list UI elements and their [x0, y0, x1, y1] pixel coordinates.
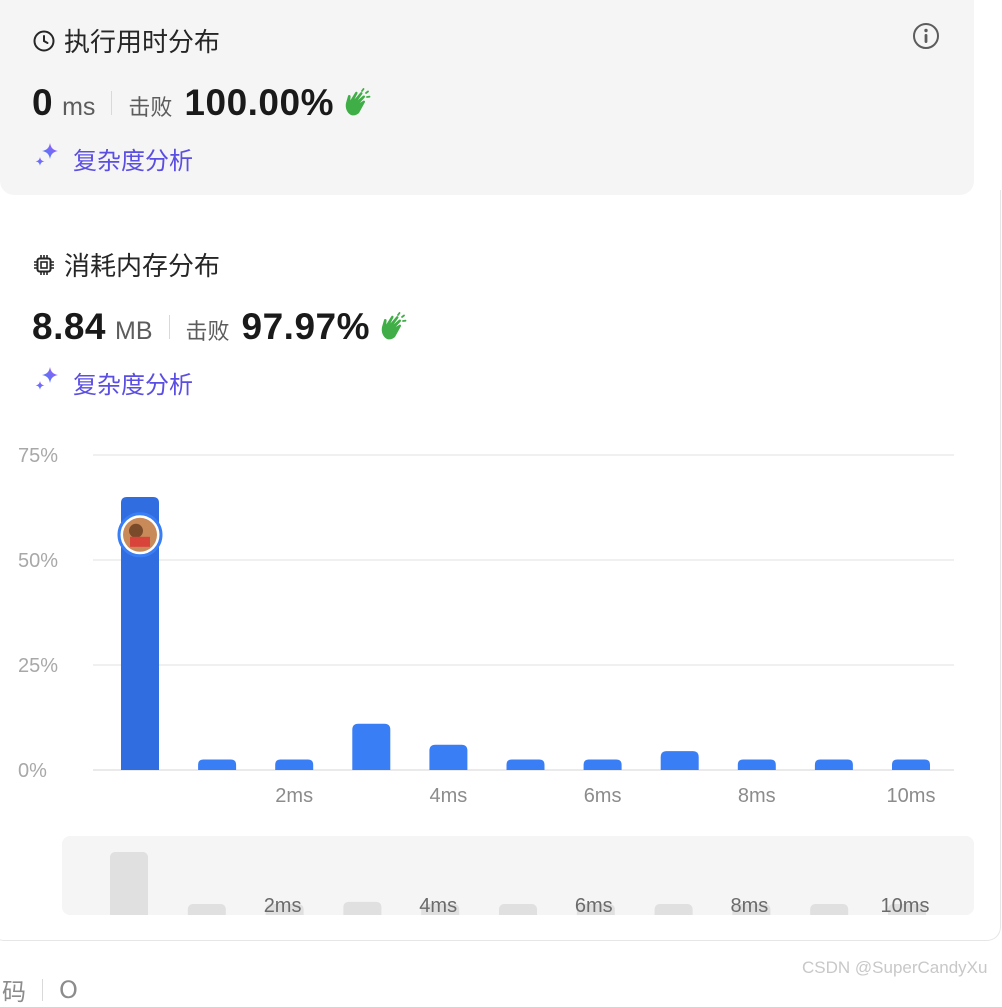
watermark: CSDN @SuperCandyXu — [802, 958, 988, 977]
cutoff-bottom-text: 码 O — [2, 972, 78, 1007]
chart-bar-3ms — [352, 723, 391, 770]
chart-bar-6ms — [583, 759, 622, 770]
x-tick-label: 4ms — [430, 785, 468, 807]
mini-x-tick-label: 10ms — [881, 895, 930, 917]
chart-bar-5ms — [506, 759, 545, 770]
mini-bar — [110, 852, 148, 920]
runtime-beat-percent: 100.00% — [184, 82, 334, 123]
memory-beat-percent: 97.97% — [241, 306, 371, 347]
chart-bar-7ms — [660, 751, 699, 770]
user-avatar-detail — [130, 536, 150, 547]
runtime-complexity-label: 复杂度分析 — [73, 146, 193, 175]
chart-bar-4ms — [429, 744, 468, 770]
range-selector — [62, 836, 974, 915]
info-icon[interactable] — [912, 22, 940, 50]
mini-x-tick-label: 2ms — [264, 895, 302, 917]
sparkle-icon — [33, 140, 63, 176]
mini-x-tick-label: 8ms — [731, 895, 769, 917]
mini-mask — [62, 915, 974, 929]
runtime-complexity-link[interactable]: 复杂度分析 — [33, 140, 193, 176]
memory-complexity-label: 复杂度分析 — [73, 370, 193, 399]
x-tick-label: 8ms — [738, 785, 776, 807]
memory-beat-label: 击败 — [185, 320, 230, 345]
mini-x-tick-label: 6ms — [575, 895, 613, 917]
mini-x-tick-label: 4ms — [419, 895, 457, 917]
runtime-stats: 0 ms 击败 100.00% — [32, 82, 372, 124]
clapping-hands-icon — [378, 312, 408, 342]
memory-unit: MB — [115, 317, 153, 345]
chart-bar-9ms — [814, 759, 853, 770]
memory-stats: 8.84 MB 击败 97.97% — [32, 306, 408, 348]
x-tick-label: 10ms — [887, 785, 936, 807]
chart-bar-1ms — [198, 759, 237, 770]
runtime-title-text: 执行用时分布 — [64, 28, 221, 58]
runtime-title: 执行用时分布 — [32, 22, 220, 59]
user-avatar-detail — [129, 523, 143, 538]
memory-title-text: 消耗内存分布 — [64, 252, 221, 282]
cutoff-text-2: O — [59, 975, 78, 1004]
chip-icon — [32, 253, 56, 277]
memory-complexity-link[interactable]: 复杂度分析 — [33, 364, 193, 400]
chart-bar-10ms — [892, 759, 930, 770]
cutoff-text-1: 码 — [2, 978, 26, 1006]
chart-bar-8ms — [737, 759, 776, 770]
runtime-value: 0 — [32, 82, 54, 123]
sparkle-icon — [33, 364, 63, 400]
y-tick-label: 25% — [18, 655, 58, 677]
y-tick-label: 75% — [18, 445, 58, 467]
clapping-hands-icon — [342, 88, 372, 118]
memory-value: 8.84 — [32, 306, 107, 347]
memory-title: 消耗内存分布 — [32, 246, 220, 283]
divider — [168, 315, 170, 339]
y-tick-label: 50% — [18, 550, 58, 572]
divider — [42, 978, 43, 1001]
runtime-distribution-chart: 75% 50% 25% 0% 2ms 4ms 6ms 8ms 10ms 2ms 4ms 6ms 8ms 1… — [18, 445, 974, 929]
clock-icon — [32, 29, 56, 53]
chart-bar-2ms — [275, 759, 314, 770]
runtime-unit: ms — [62, 93, 96, 121]
x-tick-label: 6ms — [584, 785, 622, 807]
runtime-beat-label: 击败 — [128, 96, 173, 121]
y-tick-label: 0% — [18, 760, 47, 782]
divider — [111, 91, 113, 115]
x-tick-label: 2ms — [275, 785, 313, 807]
